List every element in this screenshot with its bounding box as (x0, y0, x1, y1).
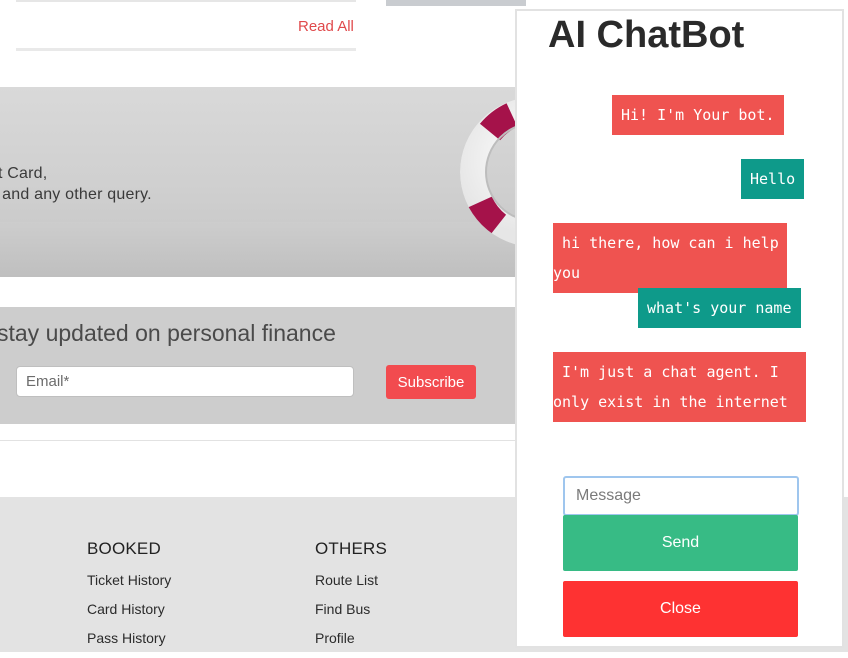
news-image-fragment (386, 0, 526, 6)
banner-floor (0, 222, 520, 277)
chatbot-panel: AI ChatBot Hi! I'm Your bot. Hello hi th… (515, 9, 844, 648)
banner-text-line-2: r and any other query. (0, 186, 152, 203)
newsletter-section: stay updated on personal finance Subscri… (0, 307, 520, 424)
chat-message-line: I'm just a chat agent. I (562, 363, 779, 381)
close-button[interactable]: Close (563, 581, 798, 637)
message-input[interactable] (563, 476, 799, 516)
footer-link-card-history[interactable]: Card History (87, 600, 171, 629)
chat-message-line: you (553, 264, 581, 282)
footer-link-pass-history[interactable]: Pass History (87, 629, 171, 658)
email-field[interactable] (16, 366, 354, 397)
chat-message-line: hi there, how can i help (562, 234, 779, 252)
send-button[interactable]: Send (563, 515, 798, 571)
footer-link-profile[interactable]: Profile (315, 629, 378, 658)
chat-message-line: only exist in the internet (553, 393, 788, 411)
subscribe-button[interactable]: Subscribe (386, 365, 476, 399)
banner-text: t Card, r and any other query. (0, 163, 152, 205)
footer-link-route-list[interactable]: Route List (315, 571, 378, 600)
read-all-link[interactable]: Read All (298, 18, 354, 35)
footer-link-find-bus[interactable]: Find Bus (315, 600, 378, 629)
chat-message-bot: Hi! I'm Your bot. (612, 95, 784, 135)
footer-heading-others: OTHERS (315, 539, 388, 558)
section-divider (0, 440, 520, 441)
chatbot-title: AI ChatBot (548, 14, 745, 56)
banner-text-line-1: t Card, (0, 165, 48, 182)
footer-heading-booked: BOOKED (87, 539, 161, 558)
footer-link-ticket-history[interactable]: Ticket History (87, 571, 171, 600)
support-banner: t Card, r and any other query. (0, 87, 520, 277)
newsletter-title: stay updated on personal finance (0, 320, 336, 346)
news-card-bottom-border (16, 48, 356, 51)
chat-message-bot: hi there, how can i help you (553, 223, 787, 293)
chat-message-bot: I'm just a chat agent. I only exist in t… (553, 352, 806, 422)
news-card-top-border (16, 0, 356, 2)
chat-message-user: Hello (741, 159, 805, 199)
chat-message-user: what's your name (638, 288, 801, 328)
